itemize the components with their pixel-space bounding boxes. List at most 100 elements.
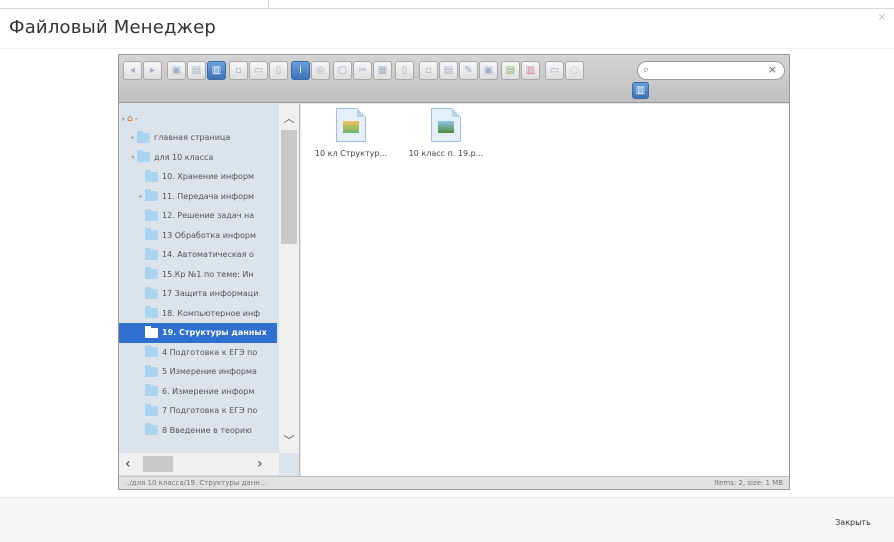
view-icon[interactable]: ▭	[545, 61, 564, 80]
tree-item[interactable]: 13 Обработка информ	[119, 226, 277, 246]
tree-item-label: 13 Обработка информ	[162, 230, 256, 240]
tree-list: ▾ ⌂ - ▸ главная страница ▾ для 10 класса 10.…	[119, 110, 277, 440]
status-info: Items: 2, size: 1 MB	[714, 479, 783, 487]
home-root-icon: ⌂	[127, 114, 133, 124]
tree-item-label: 14. Автоматическая о	[162, 250, 254, 260]
folder-icon	[145, 403, 158, 416]
copy-icon[interactable]: ▢	[333, 61, 352, 80]
tree-item[interactable]: ▾ для 10 класса	[119, 148, 277, 168]
file-name: 10 кл Структур...	[314, 149, 388, 158]
search-input[interactable]	[656, 64, 764, 78]
open-icon[interactable]: ▫	[229, 61, 248, 80]
toolbar-group-archive: ▤ ▥	[501, 59, 540, 82]
close-button[interactable]: Закрыть	[822, 513, 884, 531]
folder-icon	[145, 208, 158, 221]
scroll-thumb[interactable]	[281, 130, 297, 244]
tree-root[interactable]: ▾ ⌂ -	[119, 110, 277, 128]
expand-arrow-icon[interactable]: ▸	[137, 193, 145, 200]
delete-icon[interactable]: ▯	[395, 61, 414, 80]
file-name: 10 класс п. 19.р...	[408, 149, 484, 158]
tree-item-label: для 10 класса	[154, 152, 214, 162]
tree-item[interactable]: 4 Подготовка к ЕГЭ по	[119, 343, 277, 363]
back-icon[interactable]: ◂	[123, 61, 142, 80]
extract-icon[interactable]: ▤	[501, 61, 520, 80]
tree-item[interactable]: 8 Введение в теорию	[119, 421, 277, 441]
folder-icon	[145, 267, 158, 280]
modal-title: Файловый Менеджер	[9, 17, 216, 38]
tree-item[interactable]: 15.Кр №1 по теме: Ин	[119, 265, 277, 285]
tree-item[interactable]: ▸ 11. Передача информ	[119, 187, 277, 207]
expand-arrow-icon[interactable]: ▾	[122, 116, 125, 123]
folder-icon	[137, 130, 150, 143]
status-bar: ../для 10 класса/19. Структуры данн... I…	[119, 476, 789, 489]
tree-item[interactable]: 5 Измерение информа	[119, 362, 277, 382]
archive-icon[interactable]: ▥	[521, 61, 540, 80]
presentation-file-icon	[336, 108, 366, 142]
page-top-strip	[0, 0, 894, 9]
toolbar-group-info: i ◎	[291, 59, 330, 82]
rename-icon[interactable]: ▤	[439, 61, 458, 80]
modal-footer: Закрыть	[0, 497, 894, 542]
edit-icon[interactable]: ✎	[459, 61, 478, 80]
scroll-left-icon[interactable]: ‹	[125, 456, 131, 472]
folder-icon	[145, 364, 158, 377]
tree-item[interactable]: 19. Структуры данных	[119, 323, 277, 343]
file-item[interactable]: 10 кл Структур...	[303, 108, 399, 158]
scroll-down-icon[interactable]: ﹀	[282, 434, 296, 448]
scroll-right-icon[interactable]: ›	[257, 456, 263, 472]
scroll-thumb[interactable]	[143, 456, 173, 472]
cut-icon[interactable]: ✂	[353, 61, 372, 80]
divider	[268, 0, 269, 8]
duplicate-icon[interactable]: ▫	[419, 61, 438, 80]
search-field[interactable]: ⌕ ×	[637, 61, 785, 80]
scroll-up-icon[interactable]: ︿	[282, 112, 296, 126]
tree-horizontal-scrollbar[interactable]: ‹ ›	[119, 453, 279, 475]
home-icon[interactable]: ▣	[167, 61, 186, 80]
resize-icon[interactable]: ▣	[479, 61, 498, 80]
tree-item[interactable]: 17 Защита информаци	[119, 284, 277, 304]
status-path: ../для 10 класса/19. Структуры данн...	[125, 479, 267, 487]
new-folder-icon[interactable]: ▭	[249, 61, 268, 80]
toolbar-group-delete: ▯	[395, 59, 414, 82]
save-icon[interactable]: ▥	[207, 61, 226, 80]
tree-item[interactable]: ▸ главная страница	[119, 128, 277, 148]
paste-icon[interactable]: ▦	[373, 61, 392, 80]
folder-icon	[137, 150, 150, 163]
expand-arrow-icon[interactable]: ▾	[129, 154, 137, 161]
tree-item-label: 15.Кр №1 по теме: Ин	[162, 269, 254, 279]
save-settings-icon[interactable]: ▥	[632, 82, 649, 99]
tree-item-label: 10. Хранение информ	[162, 172, 255, 182]
tree-item-label: 11. Передача информ	[162, 191, 255, 201]
file-item[interactable]: 10 класс п. 19.р...	[398, 108, 494, 158]
tree-item-label: главная страница	[154, 133, 231, 143]
folder-icon	[145, 306, 158, 319]
preview-icon[interactable]: ◎	[311, 61, 330, 80]
toolbar-group-view: ▭ ◌	[545, 59, 584, 82]
forward-icon[interactable]: ▸	[143, 61, 162, 80]
tree-item-label: 18. Компьютерное инф	[162, 308, 261, 318]
modal-close-icon[interactable]: ×	[878, 12, 886, 23]
folder-icon	[145, 345, 158, 358]
tree-item-label: 17 Защита информаци	[162, 289, 259, 299]
info-icon[interactable]: i	[291, 61, 310, 80]
tree-item-label: 6. Измерение информ	[162, 386, 255, 396]
folder-icon	[145, 423, 158, 436]
tree-item[interactable]: 6. Измерение информ	[119, 382, 277, 402]
help-icon[interactable]: ◌	[565, 61, 584, 80]
file-manager: ◂ ▸ ▣ ▤ ▥ ▫ ▭ ▯ i ◎ ▢ ✂ ▦ ▯ ▫ ▤ ✎ ▣ ▤ ▥ …	[118, 54, 790, 490]
tree-root-label: -	[134, 114, 138, 124]
tree-item[interactable]: 14. Автоматическая о	[119, 245, 277, 265]
tree-item[interactable]: 7 Подготовка к ЕГЭ по	[119, 401, 277, 421]
expand-arrow-icon[interactable]: ▸	[129, 134, 137, 141]
tree-item[interactable]: 12. Решение задач на	[119, 206, 277, 226]
tree-item[interactable]: 10. Хранение информ	[119, 167, 277, 187]
tree-item-label: 12. Решение задач на	[162, 211, 255, 221]
reload-icon[interactable]: ▤	[187, 61, 206, 80]
clear-search-icon[interactable]: ×	[768, 63, 777, 76]
tree-vertical-scrollbar[interactable]: ︿ ﹀	[279, 104, 299, 453]
tree-item-label: 7 Подготовка к ЕГЭ по	[162, 406, 258, 416]
tree-item-label: 4 Подготовка к ЕГЭ по	[162, 347, 258, 357]
file-list: 10 кл Структур... 10 класс п. 19.р...	[301, 104, 789, 476]
tree-item[interactable]: 18. Компьютерное инф	[119, 304, 277, 324]
new-file-icon[interactable]: ▯	[269, 61, 288, 80]
